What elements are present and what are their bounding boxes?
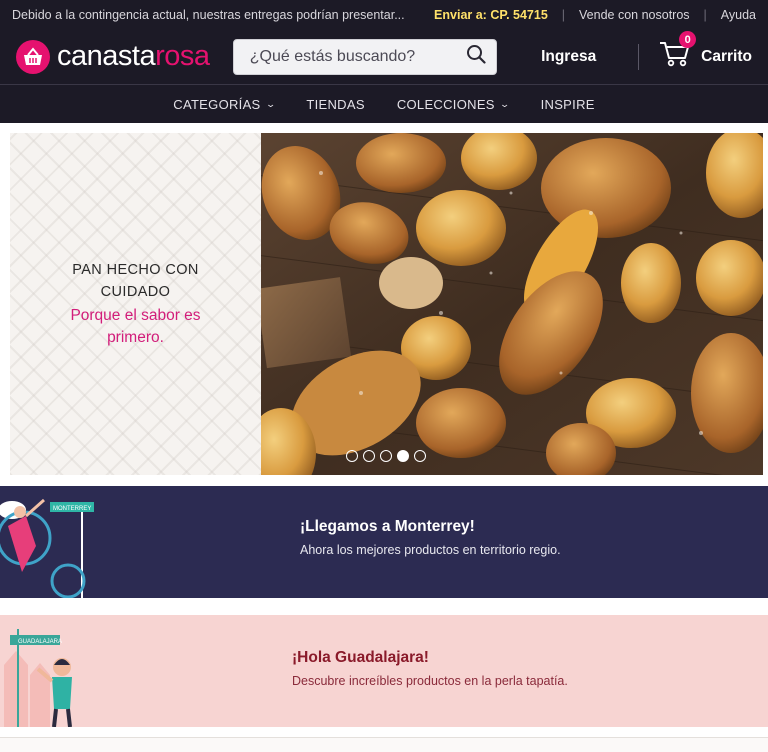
guadalajara-illustration: GUADALAJARA (4, 629, 72, 727)
help-link[interactable]: Ayuda (721, 8, 756, 22)
login-link[interactable]: Ingresa (541, 48, 596, 66)
top-utility-bar: Debido a la contingencia actual, nuestra… (0, 0, 768, 29)
carousel-dot[interactable] (363, 450, 375, 462)
guadalajara-subtitle: Descubre increíbles productos en la perl… (292, 674, 568, 688)
carousel-dot[interactable] (346, 450, 358, 462)
nav-label: TIENDAS (306, 96, 365, 112)
monterrey-banner[interactable]: MONTERREY ¡Llegamos a Monterrey! Ahora l… (0, 486, 768, 598)
cart-button[interactable]: 0 Carrito (659, 31, 752, 73)
monterrey-illustration: MONTERREY (0, 498, 94, 598)
logo[interactable]: canastarosa (16, 39, 233, 74)
logo-text-canasta: canasta (57, 40, 156, 72)
nav-categories[interactable]: CATEGORÍAS ⌄ (173, 96, 276, 112)
guadalajara-title: ¡Hola Guadalajara! (292, 649, 429, 666)
cart-label: Carrito (701, 47, 752, 65)
logo-text: canastarosa (57, 40, 210, 73)
divider (638, 43, 640, 70)
nav-inspire[interactable]: INSPIRE (541, 97, 595, 112)
divider: | (561, 7, 566, 22)
basket-icon (16, 39, 50, 74)
hero-subtitle: Porque el sabor es primero. (70, 307, 201, 346)
monterrey-sign-text: MONTERREY (53, 506, 91, 512)
main-nav: CATEGORÍAS ⌄ TIENDAS COLECCIONES ⌄ INSPIRE (0, 85, 768, 123)
main-header: canastarosa Ingresa 0 Carrito (0, 29, 768, 85)
contingency-notice[interactable]: Debido a la contingencia actual, nuestra… (12, 8, 412, 22)
guadalajara-sign-text: GUADALAJARA (18, 639, 62, 645)
monterrey-title: ¡Llegamos a Monterrey! (300, 518, 475, 535)
logo-text-rosa: rosa (155, 40, 210, 72)
hero-text-panel: PAN HECHO CON CUIDADO Porque el sabor es… (10, 133, 261, 475)
hero-carousel[interactable]: PAN HECHO CON CUIDADO Porque el sabor es… (10, 133, 763, 475)
bread-illustration (261, 133, 763, 475)
carousel-dots (346, 450, 426, 462)
monterrey-subtitle: Ahora los mejores productos en territori… (300, 543, 561, 557)
search-input[interactable] (249, 47, 467, 66)
guadalajara-banner[interactable]: GUADALAJARA ¡Hola Guadalajara! Descubre … (0, 615, 768, 727)
search-icon[interactable] (466, 44, 486, 69)
nav-collections[interactable]: COLECCIONES ⌄ (396, 96, 511, 112)
sell-with-us-link[interactable]: Vende con nosotros (579, 8, 690, 22)
bread-photo[interactable] (261, 133, 763, 475)
monterrey-text: ¡Llegamos a Monterrey! Ahora los mejores… (300, 518, 561, 557)
shipping-postal-code[interactable]: Enviar a: CP. 54715 (434, 8, 548, 22)
next-section-edge (0, 737, 768, 752)
carousel-dot-active[interactable] (397, 450, 409, 462)
chevron-down-icon: ⌄ (264, 98, 276, 109)
guadalajara-text: ¡Hola Guadalajara! Descubre increíbles p… (292, 649, 568, 688)
search-bar (232, 38, 498, 75)
nav-stores[interactable]: TIENDAS (306, 97, 364, 112)
carousel-dot[interactable] (380, 450, 392, 462)
hero-title: PAN HECHO CON CUIDADO (72, 262, 199, 300)
nav-label: CATEGORÍAS (173, 96, 261, 112)
nav-label: INSPIRE (540, 96, 595, 112)
nav-label: COLECCIONES (396, 96, 495, 112)
cart-count-badge: 0 (679, 31, 697, 48)
carousel-dot[interactable] (414, 450, 426, 462)
divider: | (703, 7, 707, 22)
chevron-down-icon: ⌄ (499, 98, 511, 109)
